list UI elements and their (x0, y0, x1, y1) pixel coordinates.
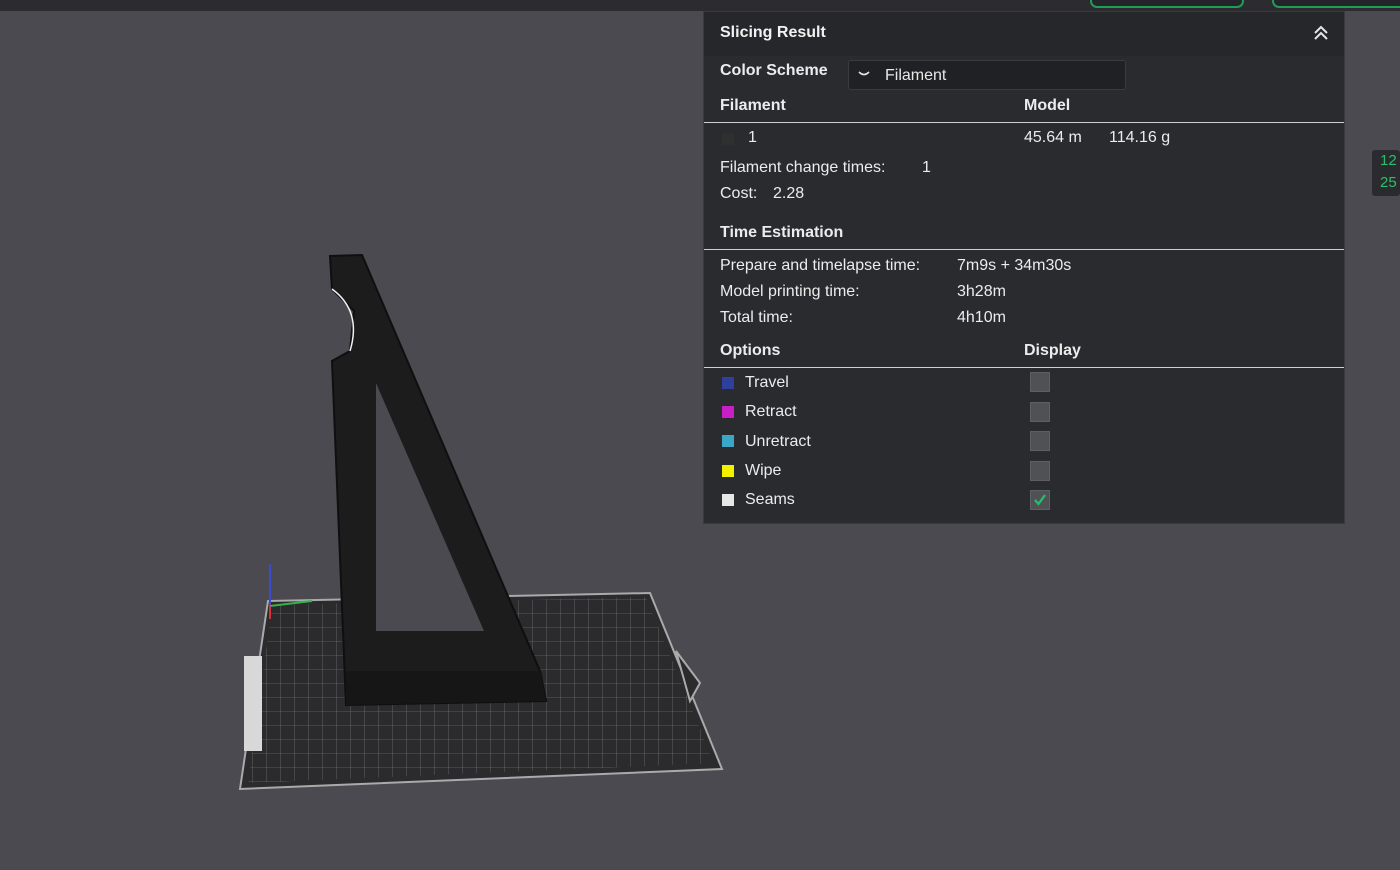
collapse-icon[interactable] (1312, 24, 1330, 42)
time-value: 4h10m (957, 309, 1006, 326)
panel-header: Slicing Result (704, 12, 1344, 56)
option-label-retract: Retract (745, 403, 797, 420)
layer-top-value: 12 (1380, 152, 1397, 169)
option-label-wipe: Wipe (745, 462, 782, 479)
unretract-swatch (722, 435, 734, 447)
layer-range-label: 12 25 (1372, 150, 1400, 196)
wipe-swatch (722, 465, 734, 477)
cost-label: Cost: (720, 185, 758, 202)
cost-value: 2.28 (773, 185, 805, 202)
layer-bottom-value: 25 (1380, 174, 1397, 191)
option-label-seams: Seams (745, 491, 795, 508)
divider (704, 122, 1344, 123)
filament-weight: 114.16 g (1109, 129, 1171, 146)
time-label: Total time: (720, 309, 793, 326)
color-scheme-select[interactable]: Filament (848, 60, 1126, 90)
panel-title: Slicing Result (720, 24, 826, 41)
toolbar-button[interactable] (1090, 0, 1244, 8)
toolbar-button[interactable] (1272, 0, 1400, 8)
retract-swatch (722, 406, 734, 418)
filament-change-label: Filament change times: (720, 159, 886, 176)
filament-length: 45.64 m (1024, 129, 1082, 146)
plate-edge-marker (244, 656, 262, 751)
checkmark-icon (1034, 494, 1046, 506)
top-toolbar (0, 0, 1400, 11)
options-header: Options (720, 342, 781, 359)
chevron-down-icon (858, 71, 870, 76)
display-header: Display (1024, 342, 1081, 359)
divider (704, 249, 1344, 250)
time-label: Model printing time: (720, 283, 860, 300)
option-label-travel: Travel (745, 374, 789, 391)
time-estimation-title: Time Estimation (720, 224, 844, 241)
seams-display-checkbox[interactable] (1030, 490, 1050, 510)
wipe-display-checkbox[interactable] (1030, 461, 1050, 481)
model-stand (328, 253, 548, 707)
time-label: Prepare and timelapse time: (720, 257, 921, 274)
travel-display-checkbox[interactable] (1030, 372, 1050, 392)
filament-swatch (722, 133, 734, 145)
divider (704, 367, 1344, 368)
seams-swatch (722, 494, 734, 506)
filament-id: 1 (748, 129, 757, 146)
color-scheme-label: Color Scheme (720, 62, 828, 79)
retract-display-checkbox[interactable] (1030, 402, 1050, 422)
option-label-unretract: Unretract (745, 433, 811, 450)
slicing-result-panel: Slicing Result Color Scheme Filament Fil… (703, 11, 1345, 524)
model-header: Model (1024, 97, 1071, 114)
time-value: 3h28m (957, 283, 1006, 300)
filament-change-value: 1 (922, 159, 931, 176)
time-value: 7m9s + 34m30s (957, 257, 1072, 274)
unretract-display-checkbox[interactable] (1030, 431, 1050, 451)
travel-swatch (722, 377, 734, 389)
color-scheme-value: Filament (885, 67, 947, 84)
filament-header: Filament (720, 97, 786, 114)
